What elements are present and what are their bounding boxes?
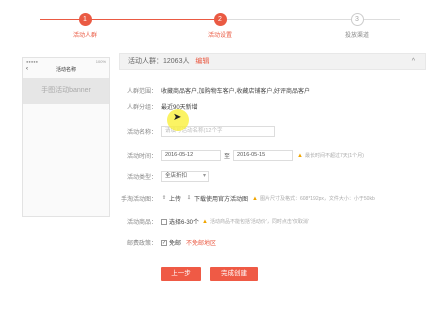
previous-step-button[interactable]: 上一步 (161, 267, 201, 281)
end-date-input[interactable]: 2016-05-15 (233, 150, 294, 161)
phone-title: 活动名称 (55, 67, 76, 73)
step-label: 活动人群 (72, 33, 97, 39)
step-number: 1 (78, 13, 92, 26)
panel-header: 活动人群：12063人 编辑 ^ (119, 53, 426, 70)
step-label: 活动设置 (207, 33, 232, 39)
battery-level: 100% (95, 59, 106, 64)
range-row: 人群范围： 收藏商品客户,加购物车客户,收藏店铺客户,好评商品客户 (119, 86, 310, 95)
cursor-highlight: ➤ (167, 109, 189, 131)
audience-count: 活动人群：12063人 (128, 58, 190, 65)
phone-preview: ●●●●● 100% ‹ 活动名称 手图活动banner (22, 57, 110, 217)
name-row: 活动名称： 请填写活动名称(12个字 (119, 126, 275, 137)
upload-icon: ⇧ (161, 194, 167, 201)
group-row: 人群分组： 最近90天新增 (119, 102, 198, 111)
time-label: 活动时间： (126, 154, 157, 160)
finish-create-button[interactable]: 完成创建 (210, 267, 258, 281)
date-separator: 至 (224, 154, 231, 160)
step-number: 3 (350, 13, 364, 26)
shipping-label: 邮费政策： (126, 241, 157, 247)
image-row: 手淘活动图： ⇧ 上传 ⇩ 下载使用官方活动图 ▲ 图片尺寸及格式：608*19… (119, 194, 375, 203)
image-label: 手淘活动图： (120, 197, 157, 203)
step-indicator: 1 活动人群 2 活动设置 3 投放渠道 (40, 6, 400, 46)
phone-status-bar: ●●●●● 100% (23, 58, 109, 66)
step-label: 投放渠道 (344, 33, 369, 39)
name-label: 活动名称： (126, 130, 157, 136)
step-number: 2 (213, 13, 227, 26)
range-label: 人群范围： (126, 89, 157, 95)
edit-link[interactable]: 编辑 (195, 58, 209, 65)
image-hint: 图片尺寸及格式：608*192px，文件大小：小于50kb (259, 196, 375, 202)
time-row: 活动时间： 2016-05-12 至 2016-05-15 ▲ 最长时间不超过7… (119, 150, 364, 161)
download-icon: ⇩ (186, 194, 192, 201)
mouse-cursor-icon: ➤ (173, 112, 182, 123)
warning-icon: ▲ (252, 195, 258, 202)
step-2[interactable]: 2 活动设置 (180, 13, 260, 39)
free-shipping-checkbox[interactable]: ✓ (161, 239, 167, 246)
activity-settings-panel: 活动人群：12063人 编辑 ^ 人群范围： 收藏商品客户,加购物车客户,收藏店… (119, 53, 426, 253)
download-official-image-link[interactable]: 下载使用官方活动图 (194, 194, 248, 203)
select-products-label[interactable]: 选择6-30个 (169, 217, 199, 226)
start-date-input[interactable]: 2016-05-12 (161, 150, 221, 161)
back-arrow-icon: ‹ (26, 66, 28, 72)
step-1[interactable]: 1 活动人群 (45, 13, 125, 39)
phone-banner: 手图活动banner (23, 78, 109, 104)
select-products-checkbox[interactable] (161, 218, 167, 225)
activity-type-select[interactable]: 全店折扣 (161, 171, 209, 182)
excluded-regions-link[interactable]: 不免邮地区 (186, 238, 216, 247)
upload-button[interactable]: 上传 (169, 194, 181, 203)
time-hint: 最长时间不超过7天(1个月) (304, 153, 364, 159)
rating-hint: 活动商品不能包括'活动价'，同时点击'仅取消' (209, 219, 309, 225)
range-value: 收藏商品客户,加购物车客户,收藏店铺客户,好评商品客户 (161, 89, 311, 95)
step-3[interactable]: 3 投放渠道 (317, 13, 397, 39)
phone-nav-bar: ‹ 活动名称 (23, 66, 109, 75)
group-label: 人群分组： (126, 105, 157, 111)
collapse-icon[interactable]: ^ (412, 54, 415, 69)
shipping-row: 邮费政策： ✓ 免邮 不免邮地区 (119, 238, 216, 247)
type-label: 活动类型： (126, 175, 157, 181)
type-row: 活动类型： 全店折扣 (119, 171, 209, 182)
warning-icon: ▲ (297, 152, 303, 159)
warning-icon: ▲ (202, 218, 208, 225)
rating-row: 活动商品： 选择6-30个 ▲ 活动商品不能包括'活动价'，同时点击'仅取消' (119, 217, 309, 226)
free-shipping-label[interactable]: 免邮 (169, 238, 181, 247)
rating-label: 活动商品： (126, 220, 157, 226)
signal-icon: ●●●●● (26, 59, 39, 64)
